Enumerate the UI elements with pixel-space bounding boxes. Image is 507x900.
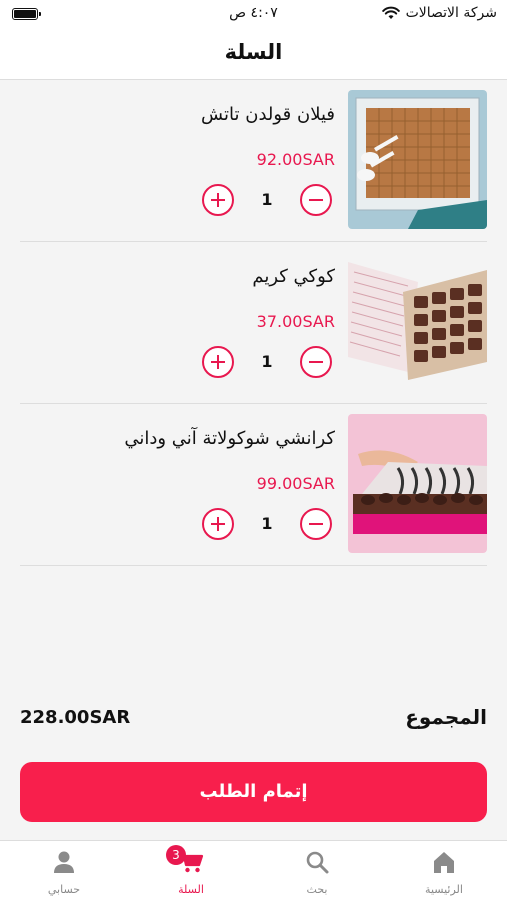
product-name: كوكي كريم [252, 266, 335, 287]
cart-item: كرانشي شوكولاتة آني وداني 99.00SAR 1 [20, 404, 487, 566]
cart-icon-wrap: 3 [166, 845, 204, 875]
quantity-value: 1 [261, 190, 273, 209]
user-icon [54, 851, 74, 873]
tab-account[interactable]: حسابي [1, 841, 127, 900]
tab-cart[interactable]: 3 السلة [128, 841, 254, 900]
product-price: 92.00SAR [256, 150, 335, 169]
decrease-quantity-button[interactable] [300, 508, 332, 540]
cart-total: المجموع 228.00SAR [20, 705, 487, 735]
tab-cart-label: السلة [178, 883, 204, 896]
product-price: 99.00SAR [256, 474, 335, 493]
product-image[interactable] [348, 414, 487, 553]
quantity-stepper: 1 [202, 346, 332, 378]
quantity-stepper: 1 [202, 184, 332, 216]
increase-quantity-button[interactable] [202, 346, 234, 378]
bottom-tab-bar: الرئيسية بحث 3 السلة حسابي [0, 840, 507, 900]
increase-quantity-button[interactable] [202, 184, 234, 216]
decrease-quantity-button[interactable] [300, 346, 332, 378]
increase-quantity-button[interactable] [202, 508, 234, 540]
product-name: كرانشي شوكولاتة آني وداني [124, 428, 335, 449]
cart-list: فيلان قولدن تاتش 92.00SAR 1 كوكي كريم 37… [20, 80, 487, 566]
status-bar: شركة الاتصالات ٤:٠٧ ص [0, 0, 507, 30]
status-time: ٤:٠٧ ص [229, 5, 278, 21]
page-header: السلة [0, 30, 507, 80]
tab-search-label: بحث [306, 883, 328, 896]
tab-account-label: حسابي [47, 883, 81, 896]
product-price: 37.00SAR [256, 312, 335, 331]
product-image[interactable] [348, 252, 487, 391]
checkout-button[interactable]: إتمام الطلب [20, 762, 487, 822]
quantity-value: 1 [261, 514, 273, 533]
cart-item: كوكي كريم 37.00SAR 1 [20, 242, 487, 404]
tab-home-label: الرئيسية [425, 883, 463, 896]
decrease-quantity-button[interactable] [300, 184, 332, 216]
cart-item: فيلان قولدن تاتش 92.00SAR 1 [20, 80, 487, 242]
quantity-stepper: 1 [202, 508, 332, 540]
battery-icon [12, 8, 41, 20]
product-image[interactable] [348, 90, 487, 229]
tab-search[interactable]: بحث [254, 841, 380, 900]
tab-home[interactable]: الرئيسية [381, 841, 507, 900]
quantity-value: 1 [261, 352, 273, 371]
home-icon [434, 852, 454, 873]
page-title: السلة [224, 40, 283, 64]
total-label: المجموع [405, 705, 487, 729]
product-name: فيلان قولدن تاتش [201, 104, 335, 125]
total-value: 228.00SAR [20, 707, 131, 728]
search-icon [306, 851, 329, 874]
cart-count-badge: 3 [166, 845, 186, 865]
